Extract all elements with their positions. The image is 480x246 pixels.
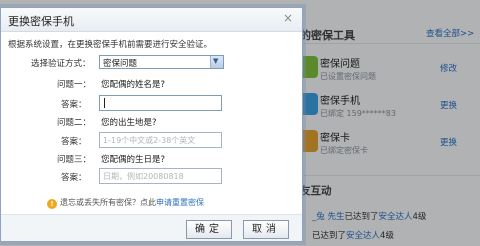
answer-2-label: 答案： (61, 137, 87, 147)
question-2-label: 问题二： (57, 118, 92, 128)
dialog-header: 更换密保手机 × (1, 8, 302, 32)
close-icon[interactable]: × (283, 11, 293, 25)
dialog-title: 更换密保手机 (8, 15, 74, 28)
dialog-intro: 根据系统设置，在更换密保手机前需要进行安全验证。 (8, 40, 213, 50)
cancel-button[interactable]: 取消 (243, 220, 289, 239)
answer-2-input[interactable]: 1-19个中文或2-38个英文 (99, 132, 222, 148)
dialog-footer: 确定 取消 (1, 214, 302, 241)
method-label: 选择验证方式： (31, 59, 91, 69)
hint-text: 遗忘或丢失所有密保？点此 (60, 198, 156, 207)
verify-method-select[interactable]: 密保问题 ▼ (99, 55, 224, 69)
reset-security-link[interactable]: 申请重置密保 (156, 198, 204, 207)
text-cursor (104, 98, 105, 108)
question-2-text: 您的出生地是? (101, 118, 157, 128)
question-3-text: 您配偶的生日是? (101, 155, 166, 165)
answer-3-label: 答案： (61, 173, 87, 183)
change-phone-dialog: 更换密保手机 × 根据系统设置，在更换密保手机前需要进行安全验证。 选择验证方式… (0, 7, 303, 242)
question-1-label: 问题一： (57, 80, 92, 90)
select-value: 密保问题 (103, 59, 138, 69)
chevron-down-icon[interactable]: ▼ (210, 56, 223, 68)
reset-hint: ! 遗忘或丢失所有密保？点此申请重置密保 (47, 197, 204, 209)
answer-1-label: 答案： (61, 100, 87, 110)
question-3-label: 问题三： (57, 155, 92, 165)
answer-3-input[interactable]: 日期，例如20080818 (99, 168, 222, 184)
question-1-text: 您配偶的姓名是? (101, 80, 166, 90)
warning-icon: ! (47, 199, 57, 209)
answer-1-input[interactable] (99, 95, 222, 111)
confirm-button[interactable]: 确定 (186, 220, 232, 239)
